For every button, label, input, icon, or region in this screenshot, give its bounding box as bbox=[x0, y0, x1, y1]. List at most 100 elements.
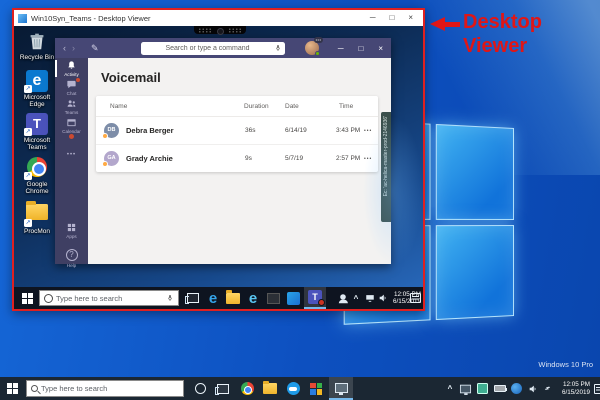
row-more-icon[interactable] bbox=[364, 127, 372, 134]
host-search-box[interactable] bbox=[26, 380, 184, 397]
host-taskbar-chrome[interactable] bbox=[237, 377, 257, 400]
rail-item-teams[interactable]: Teams bbox=[55, 98, 88, 115]
teams-minimize-button[interactable]: ─ bbox=[338, 44, 344, 53]
viewer-titlebar[interactable]: Win10Syn_Teams - Desktop Viewer ─ □ × bbox=[14, 10, 423, 26]
host-search-input[interactable] bbox=[41, 384, 179, 393]
chevron-up-icon: ^ bbox=[354, 294, 359, 303]
desktop-icon-microsoft-edge[interactable]: e ↗ Microsoft Edge bbox=[16, 70, 58, 108]
remote-desktop: Recycle Bin e ↗ Microsoft Edge T ↗ Micro… bbox=[14, 26, 423, 309]
cloud-app-icon bbox=[287, 382, 300, 395]
viewer-maximize-button[interactable]: □ bbox=[389, 14, 394, 22]
app-window-icon bbox=[267, 293, 280, 304]
host-tray-connection[interactable]: ⌁ bbox=[541, 377, 555, 400]
remote-tray-volume[interactable] bbox=[376, 287, 389, 309]
host-action-center[interactable] bbox=[592, 377, 600, 400]
rail-item-apps[interactable]: Apps bbox=[55, 222, 88, 239]
remote-taskbar-app[interactable] bbox=[264, 287, 282, 309]
green-app-icon bbox=[477, 383, 488, 394]
remote-search-input[interactable] bbox=[56, 294, 163, 303]
viewer-close-button[interactable]: × bbox=[408, 14, 413, 22]
speaker-icon bbox=[378, 293, 388, 303]
desktop-icon-procmon[interactable]: ↗ ProcMon bbox=[16, 200, 58, 235]
folder-icon: ↗ bbox=[26, 204, 48, 226]
rail-item-help[interactable]: Help bbox=[55, 244, 88, 268]
remote-task-view-button[interactable] bbox=[184, 287, 202, 309]
viewer-toolbar-grip[interactable] bbox=[194, 26, 246, 34]
remote-search-box[interactable] bbox=[39, 290, 179, 306]
host-tray-app[interactable] bbox=[475, 377, 490, 400]
rail-item-calendar[interactable]: Calendar bbox=[55, 117, 88, 134]
desktop-icon-microsoft-teams[interactable]: T ↗ Microsoft Teams bbox=[16, 113, 58, 151]
mic-icon[interactable] bbox=[166, 294, 174, 302]
host-task-view-button[interactable] bbox=[213, 377, 233, 400]
viewer-minimize-button[interactable]: ─ bbox=[370, 14, 376, 22]
grip-dots-icon bbox=[228, 28, 242, 33]
remote-tray-network[interactable] bbox=[363, 287, 376, 309]
teams-search-bar[interactable] bbox=[141, 42, 285, 55]
forward-icon[interactable]: › bbox=[72, 43, 81, 53]
calendar-icon bbox=[66, 117, 77, 128]
rail-item-more[interactable] bbox=[55, 143, 88, 161]
remote-taskbar-app2[interactable] bbox=[284, 287, 302, 309]
bell-icon bbox=[66, 60, 77, 71]
cortana-icon bbox=[195, 383, 206, 394]
remote-action-center[interactable] bbox=[407, 287, 423, 309]
voicemail-row[interactable]: DB Debra Berger 36s 6/14/19 3:43 PM bbox=[96, 117, 378, 144]
remote-taskbar-edge[interactable]: e bbox=[204, 287, 222, 309]
row-more-icon[interactable] bbox=[364, 155, 372, 162]
viewer-window-title: Win10Syn_Teams - Desktop Viewer bbox=[31, 14, 370, 23]
host-taskbar-app2[interactable] bbox=[306, 377, 326, 400]
mic-icon[interactable] bbox=[274, 44, 282, 52]
link-icon: ⌁ bbox=[542, 383, 554, 395]
annotation-arrow-icon bbox=[430, 17, 460, 31]
teams-close-button[interactable]: × bbox=[378, 44, 383, 53]
voicemail-row[interactable]: GA Grady Archie 9s 5/7/19 2:57 PM bbox=[96, 144, 378, 171]
host-tray-display[interactable] bbox=[458, 377, 473, 400]
rail-item-chat[interactable]: Chat bbox=[55, 79, 88, 96]
host-taskbar-file-explorer[interactable] bbox=[260, 377, 280, 400]
teams-maximize-button[interactable]: □ bbox=[358, 44, 363, 53]
teams-titlebar: ‹› ✎ ••• ─ □ × bbox=[55, 38, 391, 58]
notification-badge bbox=[318, 299, 325, 306]
desktop-icon-google-chrome[interactable]: ↗ Google Chrome bbox=[16, 156, 58, 195]
internet-explorer-icon: e bbox=[249, 291, 257, 306]
edge-icon: e bbox=[209, 291, 217, 306]
remote-start-button[interactable] bbox=[18, 287, 36, 309]
cortana-icon bbox=[44, 294, 53, 303]
host-tray-onedrive[interactable] bbox=[509, 377, 524, 400]
remote-tray-people[interactable] bbox=[336, 287, 350, 309]
teams-window: ‹› ✎ ••• ─ □ × bbox=[55, 38, 391, 264]
file-explorer-icon bbox=[263, 383, 277, 394]
status-available-icon bbox=[315, 51, 320, 56]
teams-icon: T bbox=[308, 290, 322, 304]
host-start-button[interactable] bbox=[2, 377, 22, 400]
grip-knob-icon bbox=[217, 28, 224, 35]
chat-notification-badge bbox=[75, 77, 81, 83]
remote-taskbar-file-explorer[interactable] bbox=[224, 287, 242, 309]
chrome-icon: ↗ bbox=[26, 157, 48, 179]
status-away-icon bbox=[102, 161, 108, 167]
person-icon bbox=[340, 294, 346, 300]
avatar[interactable]: ••• bbox=[305, 41, 319, 55]
remote-taskbar-teams-active[interactable]: T bbox=[304, 287, 326, 309]
desktop-icon-recycle-bin[interactable]: Recycle Bin bbox=[16, 30, 58, 61]
remote-taskbar: e e T ^ 12:05 PM 6/15/2019 bbox=[14, 287, 423, 309]
host-tray-hidden-icons[interactable]: ^ bbox=[444, 377, 456, 400]
host-tray-volume[interactable] bbox=[526, 377, 540, 400]
apps-grid-icon bbox=[66, 222, 77, 233]
remote-taskbar-internet-explorer[interactable]: e bbox=[244, 287, 262, 309]
colored-squares-app-icon bbox=[310, 383, 322, 395]
remote-tray-hidden-icons[interactable]: ^ bbox=[350, 287, 362, 309]
compose-icon[interactable]: ✎ bbox=[91, 43, 99, 54]
back-icon[interactable]: ‹ bbox=[63, 43, 72, 53]
host-taskbar-desktop-viewer-active[interactable] bbox=[329, 377, 353, 400]
teams-search-input[interactable] bbox=[141, 45, 274, 52]
host-tray-battery[interactable] bbox=[492, 377, 507, 400]
teams-app-rail: Activity Chat Teams Calendar bbox=[55, 58, 88, 264]
network-icon bbox=[365, 293, 375, 303]
app-icon bbox=[287, 292, 300, 305]
rail-item-activity[interactable]: Activity bbox=[55, 60, 88, 77]
host-cortana-button[interactable] bbox=[190, 377, 210, 400]
host-taskbar-app1[interactable] bbox=[283, 377, 303, 400]
host-clock[interactable]: 12:05 PM 6/15/2019 bbox=[556, 377, 590, 400]
